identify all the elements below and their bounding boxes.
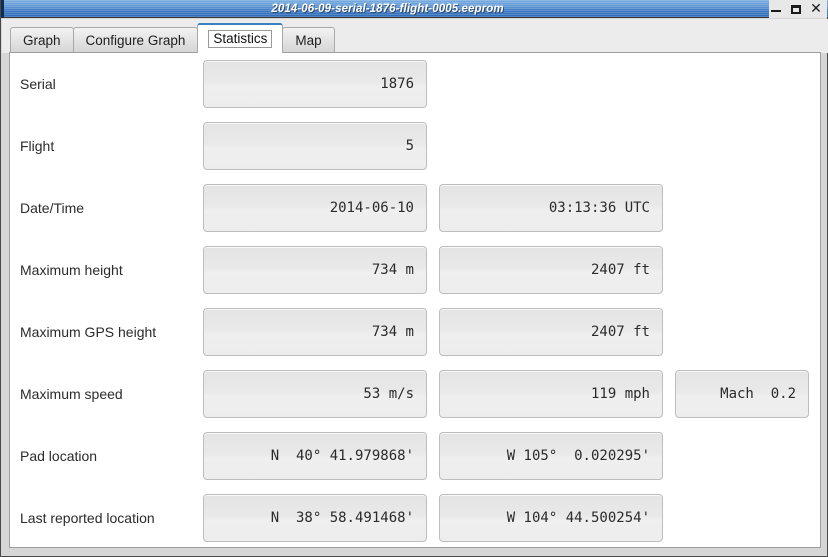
stat-label-serial: Serial <box>20 76 56 92</box>
tab-configure-graph[interactable]: Configure Graph <box>72 27 199 53</box>
stat-row-maximum-gps-height: Maximum GPS height 734 m 2407 ft <box>10 301 820 363</box>
stat-value-pad-longitude: W 105° 0.020295' <box>439 432 663 480</box>
stat-label-pad-location: Pad location <box>20 448 98 464</box>
stat-value-last-latitude: N 38° 58.491468' <box>203 494 427 542</box>
stat-row-serial: Serial 1876 <box>10 53 820 115</box>
stat-value-maximum-gps-height-metric: 734 m <box>203 308 427 356</box>
stat-label-last-reported-location: Last reported location <box>20 510 155 526</box>
tab-map[interactable]: Map <box>282 27 335 53</box>
minimize-icon <box>771 10 781 12</box>
tab-statistics-label: Statistics <box>208 30 273 48</box>
stat-label-datetime: Date/Time <box>20 200 85 216</box>
stat-value-maximum-speed-metric: 53 m/s <box>203 370 427 418</box>
stat-row-maximum-height: Maximum height 734 m 2407 ft <box>10 239 820 301</box>
window-controls: ✕ <box>769 0 827 18</box>
close-button[interactable]: ✕ <box>809 2 823 16</box>
maximize-icon <box>791 4 801 14</box>
stat-value-pad-latitude: N 40° 41.979868' <box>203 432 427 480</box>
stat-fields-serial: 1876 <box>203 60 427 108</box>
stat-value-date: 2014-06-10 <box>203 184 427 232</box>
stat-value-maximum-height-imperial: 2407 ft <box>439 246 663 294</box>
stat-value-time: 03:13:36 UTC <box>439 184 663 232</box>
stat-value-flight: 5 <box>203 122 427 170</box>
title-bar[interactable]: 2014-06-09-serial-1876-flight-0005.eepro… <box>1 0 828 18</box>
stat-label-maximum-height: Maximum height <box>20 262 123 278</box>
tab-bar: Graph Configure Graph Statistics Map <box>2 19 828 53</box>
stat-row-maximum-speed: Maximum speed 53 m/s 119 mph Mach 0.2 <box>10 363 820 425</box>
stat-label-flight: Flight <box>20 138 55 154</box>
stat-row-flight: Flight 5 <box>10 115 820 177</box>
tab-statistics[interactable]: Statistics <box>197 23 284 53</box>
stat-label-maximum-speed: Maximum speed <box>20 386 123 402</box>
stat-fields-pad-location: N 40° 41.979868' W 105° 0.020295' <box>203 432 663 480</box>
statistics-panel: Serial 1876 Flight 5 Date/Time 2014-06-1… <box>9 52 821 548</box>
stat-fields-datetime: 2014-06-10 03:13:36 UTC <box>203 184 663 232</box>
tab-configure-graph-label: Configure Graph <box>85 33 186 48</box>
statistics-rows: Serial 1876 Flight 5 Date/Time 2014-06-1… <box>10 53 820 547</box>
stat-fields-flight: 5 <box>203 122 427 170</box>
stat-value-maximum-speed-mach: Mach 0.2 <box>675 370 809 418</box>
stat-fields-maximum-gps-height: 734 m 2407 ft <box>203 308 663 356</box>
maximize-button[interactable] <box>789 2 803 16</box>
close-icon: ✕ <box>810 1 822 17</box>
stat-value-maximum-height-metric: 734 m <box>203 246 427 294</box>
application-window: 2014-06-09-serial-1876-flight-0005.eepro… <box>0 0 828 557</box>
stat-value-maximum-gps-height-imperial: 2407 ft <box>439 308 663 356</box>
tab-map-label: Map <box>295 33 322 48</box>
minimize-button[interactable] <box>769 2 783 16</box>
stat-value-serial: 1876 <box>203 60 427 108</box>
window-title: 2014-06-09-serial-1876-flight-0005.eepro… <box>271 2 504 15</box>
stat-row-pad-location: Pad location N 40° 41.979868' W 105° 0.0… <box>10 425 820 487</box>
stat-fields-maximum-height: 734 m 2407 ft <box>203 246 663 294</box>
stat-value-last-longitude: W 104° 44.500254' <box>439 494 663 542</box>
stat-fields-maximum-speed: 53 m/s 119 mph Mach 0.2 <box>203 370 809 418</box>
stat-fields-last-reported-location: N 38° 58.491468' W 104° 44.500254' <box>203 494 663 542</box>
stat-row-datetime: Date/Time 2014-06-10 03:13:36 UTC <box>10 177 820 239</box>
stat-label-maximum-gps-height: Maximum GPS height <box>20 324 157 340</box>
stat-value-maximum-speed-imperial: 119 mph <box>439 370 663 418</box>
stat-row-last-reported-location: Last reported location N 38° 58.491468' … <box>10 487 820 547</box>
tab-graph-label: Graph <box>23 33 61 48</box>
tab-graph[interactable]: Graph <box>10 27 74 53</box>
